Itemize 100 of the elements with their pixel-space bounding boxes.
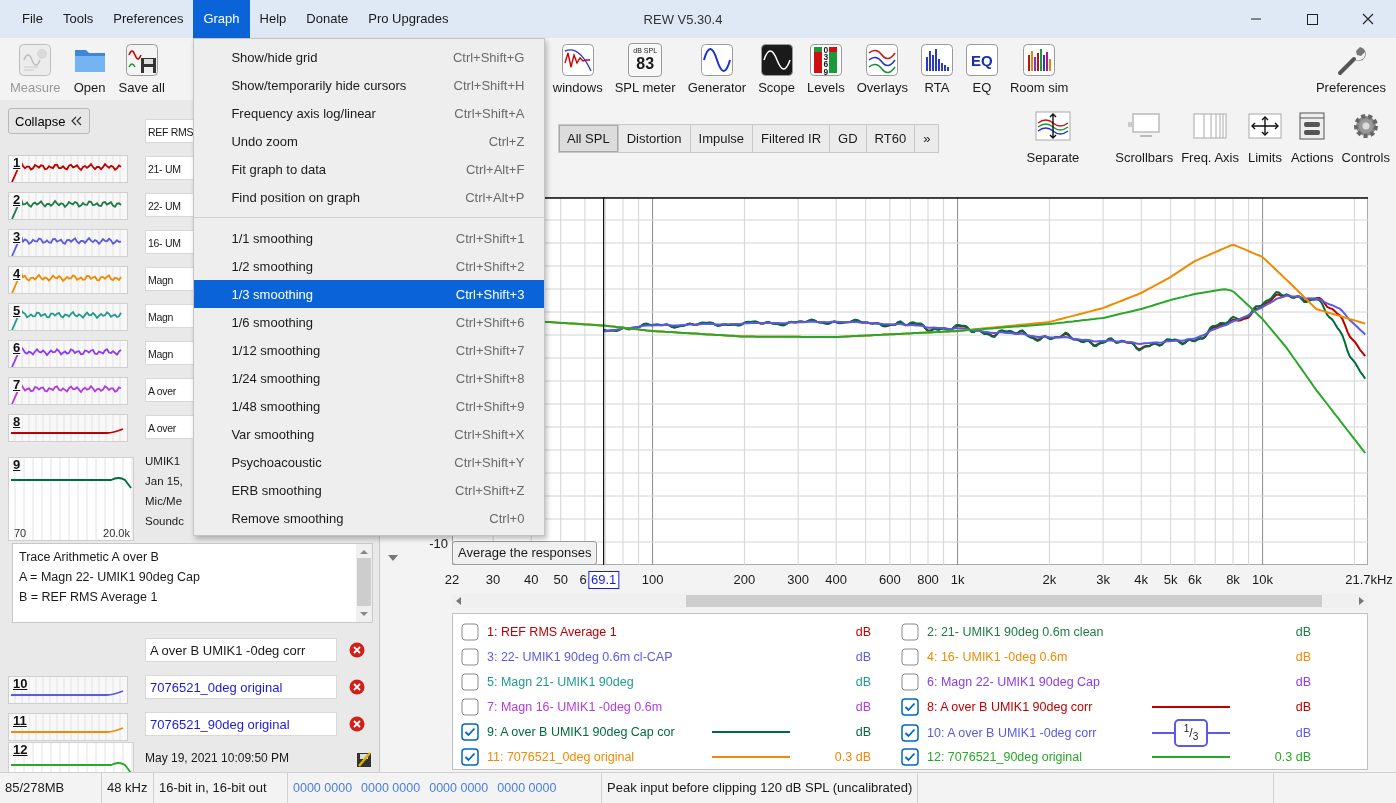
- graph-tab[interactable]: Impulse: [690, 124, 754, 153]
- menu-entry[interactable]: Remove smoothing Ctrl+0: [194, 504, 545, 532]
- menu-item[interactable]: Pro Upgrades: [358, 0, 459, 38]
- graph-tool-button[interactable]: Separate: [1024, 110, 1082, 170]
- trace-thumbnail[interactable]: 12: [8, 742, 134, 772]
- graph-tool-button[interactable]: Freq. Axis: [1179, 110, 1241, 170]
- toolbar-button[interactable]: windows: [546, 38, 609, 98]
- checkbox[interactable]: [901, 697, 919, 716]
- menu-entry[interactable]: Psychoacoustic Ctrl+Shift+Y: [194, 448, 545, 476]
- trace-thumbnail[interactable]: 9 70 20.0k: [8, 457, 134, 541]
- checkbox[interactable]: [901, 647, 919, 666]
- shortcut-label: Ctrl+Shift+1: [455, 230, 525, 246]
- trace-value: dB: [1294, 624, 1311, 639]
- level-readout: 0000 0000: [429, 780, 489, 797]
- graph-tool-button[interactable]: Controls: [1339, 110, 1392, 170]
- toolbar-button[interactable]: Save all: [112, 38, 171, 98]
- graph-tab[interactable]: All SPL: [558, 124, 619, 153]
- separated-curves-icon: [1034, 111, 1071, 141]
- trace-value: dB: [1294, 674, 1311, 689]
- toolbar-button[interactable]: RTA: [913, 38, 960, 98]
- checkbox[interactable]: [901, 672, 919, 691]
- trace-thumbnail[interactable]: 4: [8, 266, 128, 294]
- checkbox[interactable]: [461, 622, 479, 641]
- graph-tab[interactable]: »: [915, 124, 940, 153]
- checkbox[interactable]: [901, 747, 919, 766]
- menu-item[interactable]: Graph: [193, 0, 250, 38]
- menu-entry[interactable]: 1/1 smoothing Ctrl+Shift+1: [194, 224, 545, 252]
- toolbar-button[interactable]: EQ EQ: [959, 38, 1004, 98]
- delete-icon[interactable]: [349, 679, 365, 695]
- name-field[interactable]: A over B UMIK1 -0deg corr: [145, 638, 337, 662]
- trace-label: 7: Magn 16- UMIK1 -0deg 0.6m: [487, 699, 664, 714]
- name-field[interactable]: 7076521_90deg original: [145, 712, 337, 736]
- cursor-line[interactable]: [603, 197, 605, 565]
- menu-item[interactable]: File: [12, 0, 53, 38]
- menu-entry[interactable]: 1/48 smoothing Ctrl+Shift+9: [194, 392, 545, 420]
- toolbar-button[interactable]: Generator: [681, 38, 753, 98]
- checkbox[interactable]: [461, 672, 479, 691]
- menu-entry[interactable]: Undo zoom Ctrl+Z: [194, 127, 545, 155]
- trace-thumbnail[interactable]: 5: [8, 303, 128, 331]
- menu-item[interactable]: Tools: [52, 0, 104, 38]
- menu-entry[interactable]: 1/12 smoothing Ctrl+Shift+7: [194, 336, 545, 364]
- cursor-readout[interactable]: 69.1: [587, 571, 620, 589]
- menu-entry[interactable]: ERB smoothing Ctrl+Shift+Z: [194, 476, 545, 504]
- toolbar-button[interactable]: Preferences: [1309, 38, 1392, 98]
- collapse-button[interactable]: Collapse: [8, 108, 90, 134]
- delete-icon[interactable]: [349, 716, 365, 732]
- trace-thumbnail[interactable]: 11: [8, 713, 128, 741]
- checkbox[interactable]: [461, 722, 479, 741]
- menu-entry[interactable]: 1/3 smoothing Ctrl+Shift+3: [194, 280, 545, 308]
- trace-number: 10: [11, 677, 30, 691]
- trace-label: 3: 22- UMIK1 90deg 0.6m cl-CAP: [487, 649, 674, 664]
- trace-thumbnail[interactable]: 2: [8, 192, 128, 220]
- checkbox[interactable]: [461, 697, 479, 716]
- checkbox[interactable]: [461, 647, 479, 666]
- save-icon: [124, 43, 159, 77]
- menu-entry[interactable]: Show/temporarily hide cursors Ctrl+Shift+H: [194, 71, 545, 99]
- graph-tab[interactable]: Distortion: [618, 124, 691, 153]
- trace-thumbnail[interactable]: 8: [8, 414, 128, 442]
- delete-icon[interactable]: [349, 642, 365, 658]
- toolbar-button[interactable]: Open: [66, 38, 113, 98]
- menu-item[interactable]: Preferences: [103, 0, 194, 38]
- name-field[interactable]: 7076521_0deg original: [145, 675, 337, 699]
- menu-entry[interactable]: Show/hide grid Ctrl+Shift+G: [194, 43, 545, 71]
- menu-entry[interactable]: Find position on graph Ctrl+Alt+P: [194, 183, 545, 211]
- graph-tool-button[interactable]: Limits: [1244, 110, 1285, 170]
- trace-thumbnail[interactable]: 10: [8, 676, 128, 704]
- toolbar-button[interactable]: Overlays: [850, 38, 914, 98]
- graph-tab[interactable]: Filtered IR: [753, 124, 831, 153]
- graph-tab[interactable]: RT60: [866, 124, 916, 153]
- trace-thumbnail[interactable]: 3: [8, 229, 128, 257]
- tooltip: Average the responses: [452, 541, 598, 565]
- oscilloscope-icon: [759, 43, 794, 77]
- menu-entry[interactable]: 1/6 smoothing Ctrl+Shift+6: [194, 308, 545, 336]
- checkbox[interactable]: [461, 747, 479, 766]
- menu-entry[interactable]: Var smoothing Ctrl+Shift+X: [194, 420, 545, 448]
- graph-tool-button[interactable]: Actions: [1288, 110, 1336, 170]
- menu-item[interactable]: Help: [249, 0, 297, 38]
- toolbar-button[interactable]: Room sim: [1003, 38, 1075, 98]
- menu-entry[interactable]: 1/2 smoothing Ctrl+Shift+2: [194, 252, 545, 280]
- notes-field[interactable]: Trace Arithmetic A over B A = Magn 22- UMIK1 90deg Cap B = REF RMS Average 1: [12, 543, 373, 623]
- menu-entry[interactable]: Frequency axis log/linear Ctrl+Shift+A: [194, 99, 545, 127]
- toolbar-button[interactable]: 0369 Levels: [801, 38, 851, 98]
- graph-tab[interactable]: GD: [830, 124, 867, 153]
- trace-thumbnail[interactable]: 7: [8, 377, 128, 405]
- menu-entry[interactable]: 1/24 smoothing Ctrl+Shift+8: [194, 364, 545, 392]
- trace-label: 1: REF RMS Average 1: [487, 624, 618, 639]
- axis-label: 30: [485, 572, 501, 588]
- graph-tool-button[interactable]: Scrollbars: [1113, 110, 1176, 170]
- menu-entry[interactable]: Fit graph to data Ctrl+Alt+F: [194, 155, 545, 183]
- menu-item[interactable]: Donate: [296, 0, 359, 38]
- axis-label: 5k: [1163, 572, 1178, 588]
- scroll-down-icon[interactable]: [387, 554, 399, 562]
- toolbar-button[interactable]: Scope: [752, 38, 802, 98]
- trace-thumbnail[interactable]: 1: [8, 155, 128, 183]
- axis-label: 70: [14, 527, 27, 539]
- disk-icon[interactable]: [355, 750, 373, 768]
- checkbox[interactable]: [901, 622, 919, 641]
- trace-thumbnail[interactable]: 6: [8, 340, 128, 368]
- checkbox[interactable]: [901, 724, 919, 743]
- double-chevron-icon: [69, 115, 83, 127]
